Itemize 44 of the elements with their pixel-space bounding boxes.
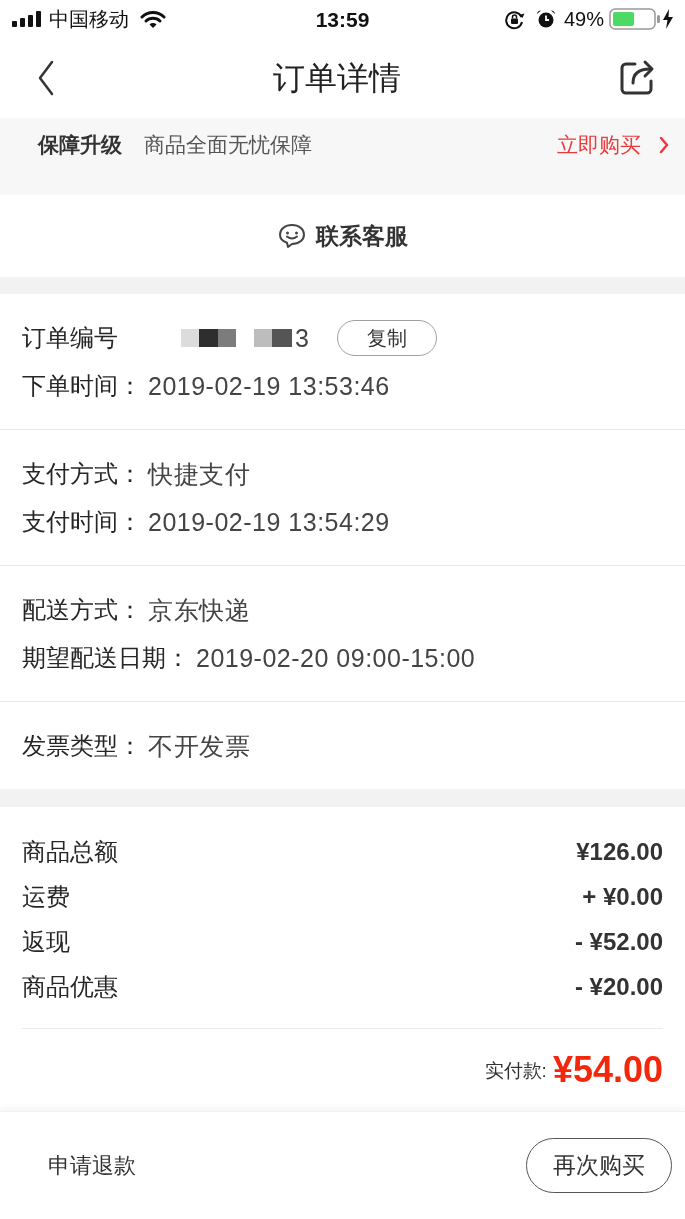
field-label: 下单时间： (22, 374, 142, 398)
field-label: 发票类型： (22, 734, 142, 758)
back-chevron-icon (38, 60, 54, 96)
status-time: 13:59 (315, 8, 370, 30)
total-amount: ¥54.00 (552, 1052, 663, 1088)
price-label: 返现 (22, 929, 70, 954)
price-label: 商品总额 (22, 839, 118, 864)
field-value: 2019-02-20 09:00-15:00 (196, 645, 476, 671)
banner-description: 商品全面无忧保障 (144, 132, 312, 158)
charging-bolt-icon (663, 9, 673, 29)
field-label: 订单编号 (22, 326, 118, 350)
total-label: 实付款: (484, 1060, 547, 1080)
field-value: 京东快递 (148, 597, 250, 623)
price-value: - ¥52.00 (574, 929, 663, 954)
price-label: 运费 (22, 884, 70, 909)
price-value: + ¥0.00 (582, 884, 663, 909)
share-icon (618, 59, 656, 97)
field-label: 配送方式： (22, 598, 142, 622)
field-value: 快捷支付 (148, 461, 250, 487)
price-value: ¥126.00 (576, 839, 663, 864)
back-button[interactable] (36, 59, 56, 97)
field-label: 支付方式： (22, 462, 142, 486)
banner-title: 保障升级 (38, 132, 122, 158)
field-value: 2019-02-19 13:54:29 (148, 509, 390, 535)
carrier-name: 中国移动 (49, 9, 129, 29)
signal-icon (12, 11, 42, 27)
field-label: 支付时间： (22, 510, 142, 534)
alarm-clock-icon (535, 9, 556, 29)
rotation-lock-icon (503, 8, 525, 30)
chevron-right-icon (659, 136, 669, 154)
battery-percent: 49% (563, 9, 604, 29)
wifi-icon (140, 9, 166, 29)
chat-smile-icon (277, 223, 306, 249)
order-number-value: 3 (295, 325, 309, 351)
price-value: - ¥20.00 (574, 974, 663, 999)
refund-request-button[interactable]: 申请退款 (48, 1154, 136, 1177)
field-label: 期望配送日期： (22, 646, 190, 670)
page-title: 订单详情 (272, 62, 401, 94)
price-label: 商品优惠 (22, 974, 118, 999)
contact-service-button[interactable]: 联系客服 (277, 223, 408, 249)
battery-icon (609, 8, 661, 30)
field-value: 2019-02-19 13:53:46 (148, 373, 390, 399)
field-value: 不开发票 (148, 733, 250, 759)
buy-now-link[interactable]: 立即购买 (557, 130, 669, 160)
